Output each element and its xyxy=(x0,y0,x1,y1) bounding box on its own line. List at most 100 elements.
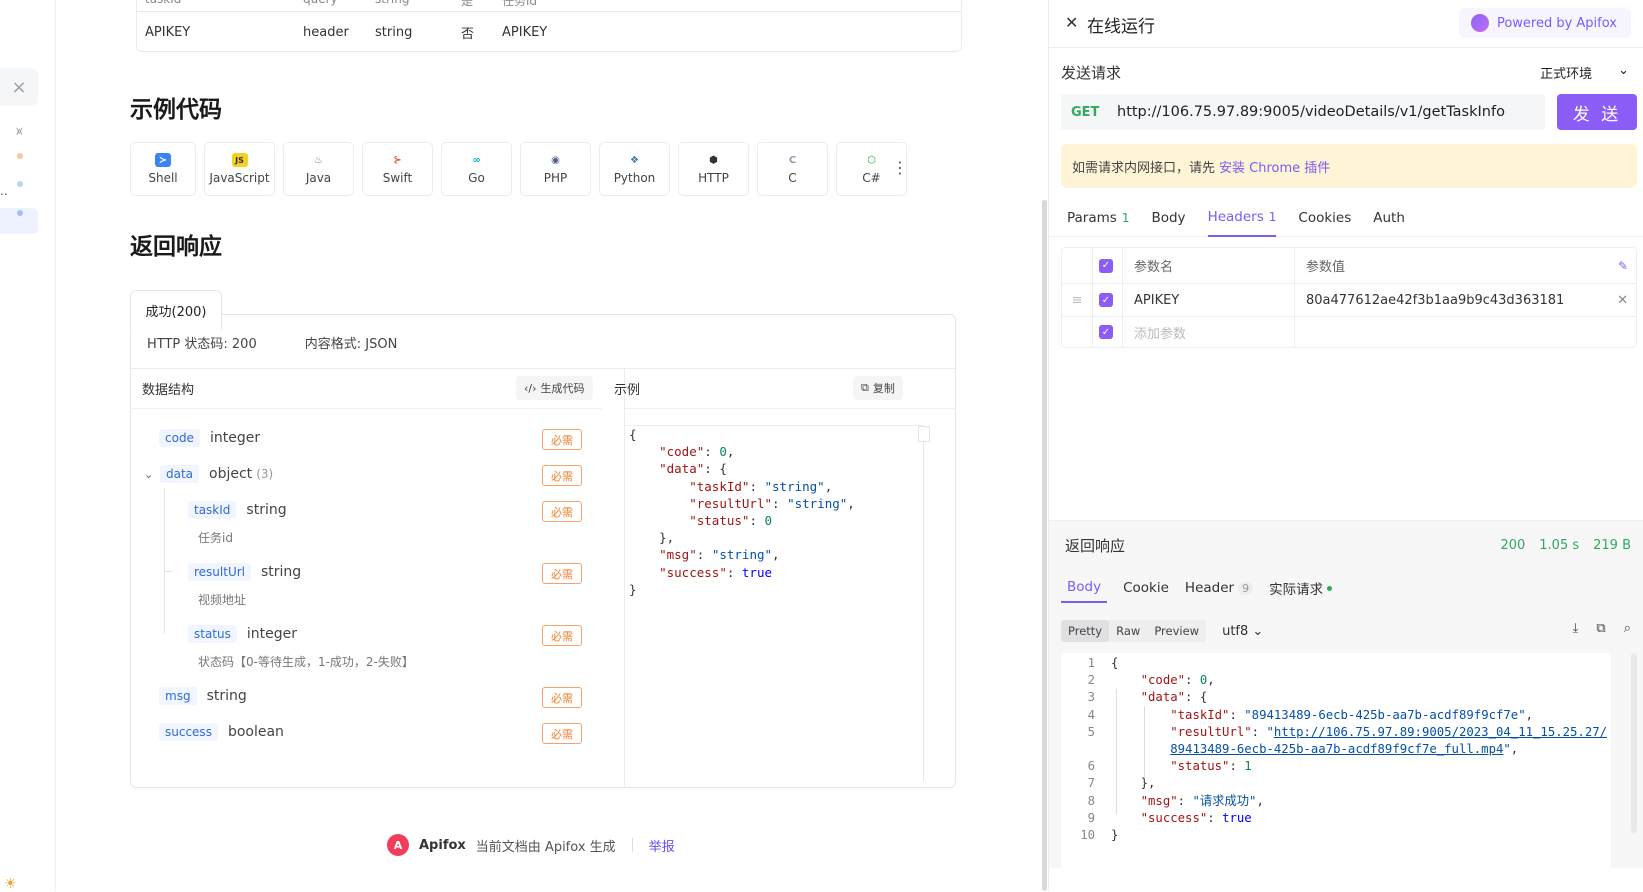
search-icon[interactable]: ⌕ xyxy=(1624,621,1631,636)
close-icon[interactable]: × xyxy=(0,68,38,106)
result-url-link[interactable]: http://106.75.97.89:9005/2023_04_11_15.2… xyxy=(1274,725,1607,739)
tab-headers[interactable]: Headers 1 xyxy=(1207,199,1277,237)
report-link[interactable]: 举报 xyxy=(649,836,675,855)
format-preview[interactable]: Preview xyxy=(1147,620,1207,642)
tab-cookies[interactable]: Cookies xyxy=(1298,199,1351,237)
lang-tab-go[interactable]: ∞ Go xyxy=(441,142,512,196)
param-type: string xyxy=(375,0,409,6)
field-name: success xyxy=(159,723,218,741)
field-name: data xyxy=(160,465,200,483)
required-badge: 必需 xyxy=(542,625,582,646)
lang-tab-http[interactable]: ⬢ HTTP xyxy=(678,142,749,196)
params-table: taskId query string 是 任务id APIKEY header… xyxy=(136,0,962,52)
response-heading: 返回响应 xyxy=(130,234,222,260)
encoding-select[interactable]: utf8 ⌄ xyxy=(1222,624,1263,639)
powered-by-badge[interactable]: Powered by Apifox xyxy=(1458,8,1631,38)
go-icon: ∞ xyxy=(472,154,481,166)
tab-response-cookie[interactable]: Cookie xyxy=(1123,573,1169,603)
url-input[interactable]: GET http://106.75.97.89:9005/videoDetail… xyxy=(1061,94,1545,130)
lang-label: PHP xyxy=(543,171,568,185)
response-body-code: 1 2 3 4 5 6 7 8 9 10 { "code": 0, "data"… xyxy=(1061,653,1611,869)
row-checkbox[interactable]: ✓ xyxy=(1099,325,1113,339)
format-pretty[interactable]: Pretty xyxy=(1061,620,1110,642)
field-msg: msg string xyxy=(159,687,247,705)
lang-tab-c[interactable]: CC xyxy=(757,142,828,196)
lang-tab-shell[interactable]: ≻ Shell xyxy=(130,142,196,196)
field-data: data object (3) xyxy=(160,465,273,483)
lang-tab-swift[interactable]: ⊱ Swift xyxy=(362,142,433,196)
tab-success-200[interactable]: 成功(200) xyxy=(130,290,222,330)
java-icon: ♨ xyxy=(314,154,323,166)
field-name: taskId xyxy=(188,501,237,519)
panel-title: 在线运行 xyxy=(1087,17,1155,37)
param-required: 否 xyxy=(461,26,475,42)
collapse-icon[interactable]: ⩙ xyxy=(16,124,23,139)
tab-auth[interactable]: Auth xyxy=(1373,199,1405,237)
bulk-edit-icon[interactable]: ✎ xyxy=(1618,259,1628,273)
environment-select[interactable]: 正式环境 ⌄ xyxy=(1540,63,1629,82)
field-type: string xyxy=(206,688,247,704)
required-badge: 必需 xyxy=(542,465,582,486)
install-chrome-plugin-link[interactable]: 安装 Chrome 插件 xyxy=(1219,157,1330,176)
lang-label: HTTP xyxy=(698,171,729,185)
chrome-plugin-notice: 如需请求内网接口，请先 安装 Chrome 插件 xyxy=(1061,144,1637,188)
example-code-heading: 示例代码 xyxy=(130,97,222,123)
drag-handle-icon[interactable]: ≡ xyxy=(1062,293,1092,308)
col-param-value: 参数值 xyxy=(1306,260,1346,275)
param-name: taskId xyxy=(145,0,181,6)
param-type: string xyxy=(375,24,413,40)
response-scrollbar[interactable] xyxy=(1631,653,1637,833)
schema-title: 数据结构 xyxy=(142,383,195,398)
headers-table: ✓ 参数名 参数值 ✎ ≡ ✓ APIKEY 80a477612ae42f3b1… xyxy=(1061,247,1637,348)
row-checkbox[interactable]: ✓ xyxy=(1099,293,1113,307)
copy-button[interactable]: ⧉ 复制 xyxy=(853,376,903,400)
c-icon: C xyxy=(788,154,797,166)
copy-icon[interactable]: ⧉ xyxy=(1596,621,1605,636)
run-panel: ✕ 在线运行 Powered by Apifox 发送请求 正式环境 ⌄ GET… xyxy=(1048,0,1643,891)
lang-tab-javascript[interactable]: JS JavaScript xyxy=(204,142,275,196)
add-param-input[interactable]: 添加参数 xyxy=(1134,323,1186,342)
http-method[interactable]: GET xyxy=(1071,105,1117,120)
delete-row-icon[interactable]: ✕ xyxy=(1617,293,1628,308)
lang-tab-java[interactable]: ♨ Java xyxy=(283,142,354,196)
request-url[interactable]: http://106.75.97.89:9005/videoDetails/v1… xyxy=(1117,104,1505,120)
lang-label: Swift xyxy=(382,171,413,185)
powered-label: Powered by Apifox xyxy=(1496,15,1617,31)
code-icon: ‹/› xyxy=(524,381,537,395)
field-desc: 任务id xyxy=(198,531,233,545)
required-badge: 必需 xyxy=(542,687,582,708)
generate-code-button[interactable]: ‹/› 生成代码 xyxy=(516,376,593,400)
tab-response-header[interactable]: Header 9 xyxy=(1185,573,1254,603)
result-url-link[interactable]: 89413489-6ecb-425b-aa7b-acdf89f9cf7e_ful… xyxy=(1170,742,1503,756)
response-area: 返回响应 200 1.05 s 219 B Body Cookie Header… xyxy=(1049,520,1643,869)
tab-actual-request[interactable]: 实际请求 xyxy=(1269,573,1333,603)
select-all-checkbox[interactable]: ✓ xyxy=(1099,258,1113,273)
table-row: APIKEY header string 否 APIKEY xyxy=(137,14,961,50)
tab-response-body[interactable]: Body xyxy=(1061,573,1108,603)
format-raw[interactable]: Raw xyxy=(1109,620,1148,642)
close-icon[interactable]: ✕ xyxy=(1065,13,1078,32)
response-size: 219 B xyxy=(1593,538,1631,553)
field-desc: 状态码【0-等待生成，1-成功，2-失败】 xyxy=(198,655,414,669)
response-title: 返回响应 xyxy=(1065,537,1126,555)
download-icon[interactable]: ⤓ xyxy=(1573,621,1579,636)
tab-params[interactable]: Params 1 xyxy=(1067,199,1129,237)
lang-tab-python[interactable]: ❖ Python xyxy=(599,142,670,196)
line-numbers: 1 2 3 4 5 6 7 8 9 10 xyxy=(1080,656,1095,843)
more-languages-icon[interactable]: ⋮ xyxy=(892,158,908,177)
field-type: object xyxy=(209,466,253,482)
tab-body[interactable]: Body xyxy=(1151,199,1185,237)
header-name[interactable]: APIKEY xyxy=(1134,293,1179,308)
response-stats: 200 1.05 s 219 B xyxy=(1500,538,1631,553)
panel-resizer[interactable] xyxy=(1042,200,1047,891)
chevron-down-icon: ⌄ xyxy=(1618,63,1629,78)
lang-label: C xyxy=(788,171,797,185)
field-type: boolean xyxy=(227,724,284,740)
copy-label: 复制 xyxy=(872,382,895,395)
header-value[interactable]: 80a477612ae42f3b1aa9b9c43d363181 xyxy=(1306,293,1564,308)
lang-tab-php[interactable]: ◉ PHP xyxy=(520,142,591,196)
chevron-down-icon[interactable]: ⌄ xyxy=(144,468,153,481)
python-icon: ❖ xyxy=(630,154,639,166)
sun-icon[interactable]: ☀ xyxy=(4,876,17,892)
send-button[interactable]: 发 送 xyxy=(1557,94,1637,130)
